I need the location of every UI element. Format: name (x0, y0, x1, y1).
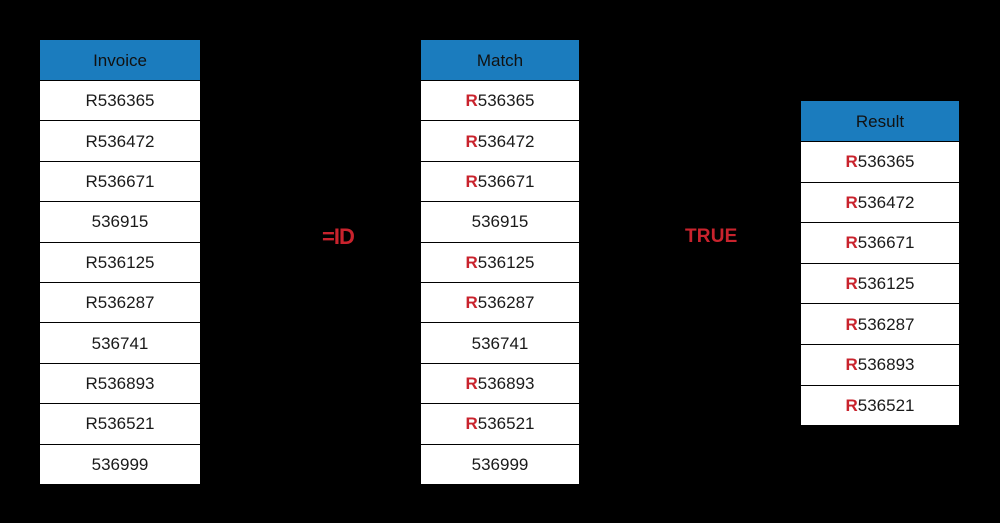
table-row: 536741 (421, 322, 579, 363)
table-row: R536472 (801, 181, 959, 223)
table-row: R536125 (40, 241, 200, 282)
table-row: 536915 (40, 201, 200, 242)
table-row: R536671 (40, 160, 200, 202)
table-row: R536287 (801, 303, 959, 344)
table-row: R536521 (40, 403, 200, 444)
cell-number: 536365 (857, 152, 915, 172)
table-result-header: Result (801, 101, 959, 141)
cell-prefix: R (465, 414, 478, 434)
table-row: R536287 (421, 281, 579, 323)
cell-number: 536741 (471, 333, 529, 353)
table-match-header: Match (421, 40, 579, 80)
diagram-canvas: Invoice R536365 R536472 R536671 536915 R… (0, 0, 1000, 523)
table-row: 536915 (421, 201, 579, 242)
table-row: 536741 (40, 322, 200, 363)
cell-number: R536472 (85, 131, 155, 151)
cell-prefix: R (465, 373, 478, 393)
table-row: R536287 (40, 281, 200, 323)
cell-prefix: R (845, 233, 858, 253)
table-row: R536521 (801, 384, 959, 426)
cell-number: 536915 (471, 212, 529, 232)
cell-number: R536287 (85, 293, 155, 313)
cell-number: 536125 (477, 252, 535, 272)
cell-prefix: R (845, 152, 858, 172)
table-row: R536365 (40, 80, 200, 121)
table-row: R536125 (421, 241, 579, 282)
cell-number: 536472 (857, 192, 915, 212)
table-row: R536125 (801, 262, 959, 304)
table-row: R536893 (40, 362, 200, 404)
cell-prefix: R (465, 91, 478, 111)
cell-number: 536521 (857, 395, 915, 415)
table-invoice-header: Invoice (40, 40, 200, 80)
cell-number: R536671 (85, 171, 155, 191)
cell-number: R536125 (85, 252, 155, 272)
cell-number: 536125 (857, 274, 915, 294)
cell-prefix: R (465, 131, 478, 151)
cell-number: 536287 (857, 314, 915, 334)
table-row: R536472 (421, 120, 579, 161)
table-row: R536893 (421, 362, 579, 404)
table-result: Result R 536365 R 536472 R 536671 R 536125 R… (800, 100, 960, 426)
table-row: R536671 (801, 222, 959, 263)
cell-number: 536999 (471, 454, 529, 474)
cell-number: 536915 (91, 212, 149, 232)
cell-prefix: R (465, 293, 478, 313)
cell-prefix: R (465, 252, 478, 272)
cell-number: 536365 (477, 91, 535, 111)
table-row: R536365 (801, 141, 959, 182)
table-row: 536999 (40, 443, 200, 484)
cell-number: 536671 (857, 233, 915, 253)
cell-number: 536893 (477, 373, 535, 393)
cell-prefix: R (465, 171, 478, 191)
table-row: R536521 (421, 403, 579, 444)
cell-number: 536521 (477, 414, 535, 434)
cell-number: 536671 (477, 171, 535, 191)
cell-number: 536893 (857, 355, 915, 375)
true-annotation: TRUE (685, 226, 738, 247)
cell-prefix: R (845, 274, 858, 294)
table-row: R536893 (801, 343, 959, 385)
table-row: R536671 (421, 160, 579, 202)
table-match: Match R 536365 R 536472 R 536671 536915 R 53… (420, 39, 580, 484)
cell-prefix: R (845, 314, 858, 334)
table-invoice: Invoice R536365 R536472 R536671 536915 R… (39, 39, 201, 484)
cell-number: 536999 (91, 454, 149, 474)
cell-prefix: R (845, 395, 858, 415)
cell-prefix: R (845, 192, 858, 212)
cell-number: R536365 (85, 91, 155, 111)
cell-number: R536893 (85, 373, 155, 393)
cell-number: 536287 (477, 293, 535, 313)
cell-number: 536472 (477, 131, 535, 151)
table-row: R536365 (421, 80, 579, 121)
table-row: R536472 (40, 120, 200, 161)
formula-annotation: =ID (322, 224, 355, 249)
cell-prefix: R (845, 355, 858, 375)
cell-number: R536521 (85, 414, 155, 434)
table-row: 536999 (421, 443, 579, 484)
cell-number: 536741 (91, 333, 149, 353)
